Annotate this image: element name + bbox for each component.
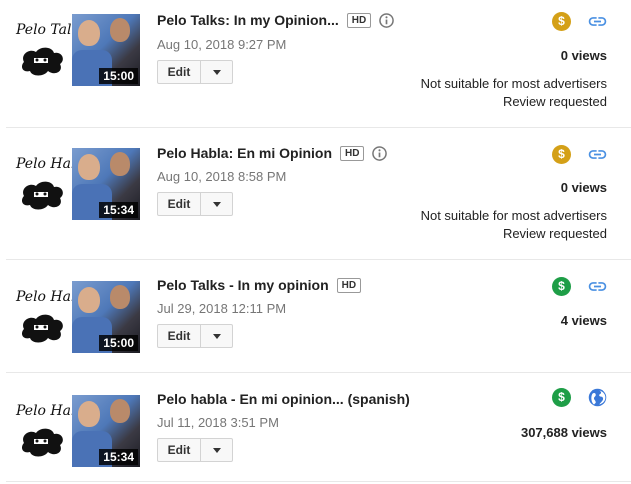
ad-suitability-note: Not suitable for most advertisers Review… (421, 75, 607, 111)
view-count: 307,688 views (520, 425, 607, 440)
review-status-text[interactable]: Review requested (421, 225, 607, 243)
edit-button-group: Edit (157, 324, 233, 348)
chevron-down-icon (212, 447, 221, 453)
dollar-icon[interactable]: $ (552, 145, 571, 164)
chevron-down-icon (212, 69, 221, 75)
chevron-down-icon (212, 333, 221, 339)
video-date: Jul 11, 2018 3:51 PM (157, 415, 279, 430)
row-divider (6, 372, 631, 373)
row-divider (6, 127, 631, 128)
edit-button[interactable]: Edit (158, 325, 201, 347)
ad-suitability-note: Not suitable for most advertisers Review… (421, 207, 607, 243)
view-count: 4 views (560, 313, 607, 328)
hd-badge: HD (336, 278, 362, 293)
edit-button-group: Edit (157, 438, 233, 462)
video-date: Aug 10, 2018 9:27 PM (157, 37, 287, 52)
video-thumbnail[interactable]: Pelo Talks 15:00 (12, 14, 140, 86)
row-divider (6, 481, 631, 482)
info-icon[interactable] (372, 146, 388, 161)
video-thumbnail[interactable]: Pelo Habla 15:34 (12, 395, 140, 467)
link-icon[interactable] (587, 144, 608, 165)
video-title-text[interactable]: Pelo Talks: In my Opinion... (157, 12, 339, 28)
edit-button[interactable]: Edit (158, 193, 201, 215)
hd-badge: HD (346, 13, 372, 28)
video-date: Jul 29, 2018 12:11 PM (157, 301, 287, 316)
link-icon[interactable] (587, 276, 608, 297)
edit-dropdown-button[interactable] (201, 439, 232, 461)
cartoon-blob-icon (22, 428, 63, 457)
chevron-down-icon (212, 201, 221, 207)
video-title[interactable]: Pelo Talks: In my Opinion... HD (157, 12, 395, 28)
video-title[interactable]: Pelo Talks - In my opinion HD (157, 277, 362, 293)
ad-status-text: Not suitable for most advertisers (420, 76, 607, 91)
video-duration: 15:00 (99, 68, 138, 84)
edit-dropdown-button[interactable] (201, 325, 232, 347)
cartoon-blob-icon (22, 314, 63, 343)
video-duration: 15:00 (99, 335, 138, 351)
edit-button-group: Edit (157, 192, 233, 216)
video-thumbnail[interactable]: Pelo Habla 15:34 (12, 148, 140, 220)
video-duration: 15:34 (99, 449, 138, 465)
video-title-text[interactable]: Pelo habla - En mi opinion... (spanish) (157, 391, 410, 407)
ad-status-text: Not suitable for most advertisers (420, 208, 607, 223)
globe-icon[interactable] (587, 387, 608, 408)
dollar-icon[interactable]: $ (552, 277, 571, 296)
edit-dropdown-button[interactable] (201, 193, 232, 215)
thumbnail-logo-text: Pelo Habla (16, 403, 93, 419)
view-count: 0 views (560, 180, 607, 195)
review-status-text[interactable]: Review requested (421, 93, 607, 111)
row-divider (6, 259, 631, 260)
video-date: Aug 10, 2018 8:58 PM (157, 169, 287, 184)
video-title[interactable]: Pelo Habla: En mi Opinion HD (157, 145, 388, 161)
video-title[interactable]: Pelo habla - En mi opinion... (spanish) (157, 391, 410, 407)
video-duration: 15:34 (99, 202, 138, 218)
thumbnail-logo-text: Pelo Talks (16, 22, 88, 38)
video-title-text[interactable]: Pelo Talks - In my opinion (157, 277, 329, 293)
info-icon[interactable] (379, 13, 395, 28)
link-icon[interactable] (587, 11, 608, 32)
edit-dropdown-button[interactable] (201, 61, 232, 83)
edit-button[interactable]: Edit (158, 61, 201, 83)
view-count: 0 views (560, 48, 607, 63)
edit-button-group: Edit (157, 60, 233, 84)
thumbnail-logo-text: Pelo Habla (16, 289, 93, 305)
hd-badge: HD (340, 146, 365, 161)
dollar-icon[interactable]: $ (552, 12, 571, 31)
edit-button[interactable]: Edit (158, 439, 201, 461)
video-title-text[interactable]: Pelo Habla: En mi Opinion (157, 145, 332, 161)
cartoon-blob-icon (22, 181, 63, 210)
cartoon-blob-icon (22, 47, 63, 76)
dollar-icon[interactable]: $ (552, 388, 571, 407)
video-thumbnail[interactable]: Pelo Habla 15:00 (12, 281, 140, 353)
thumbnail-logo-text: Pelo Habla (16, 156, 93, 172)
